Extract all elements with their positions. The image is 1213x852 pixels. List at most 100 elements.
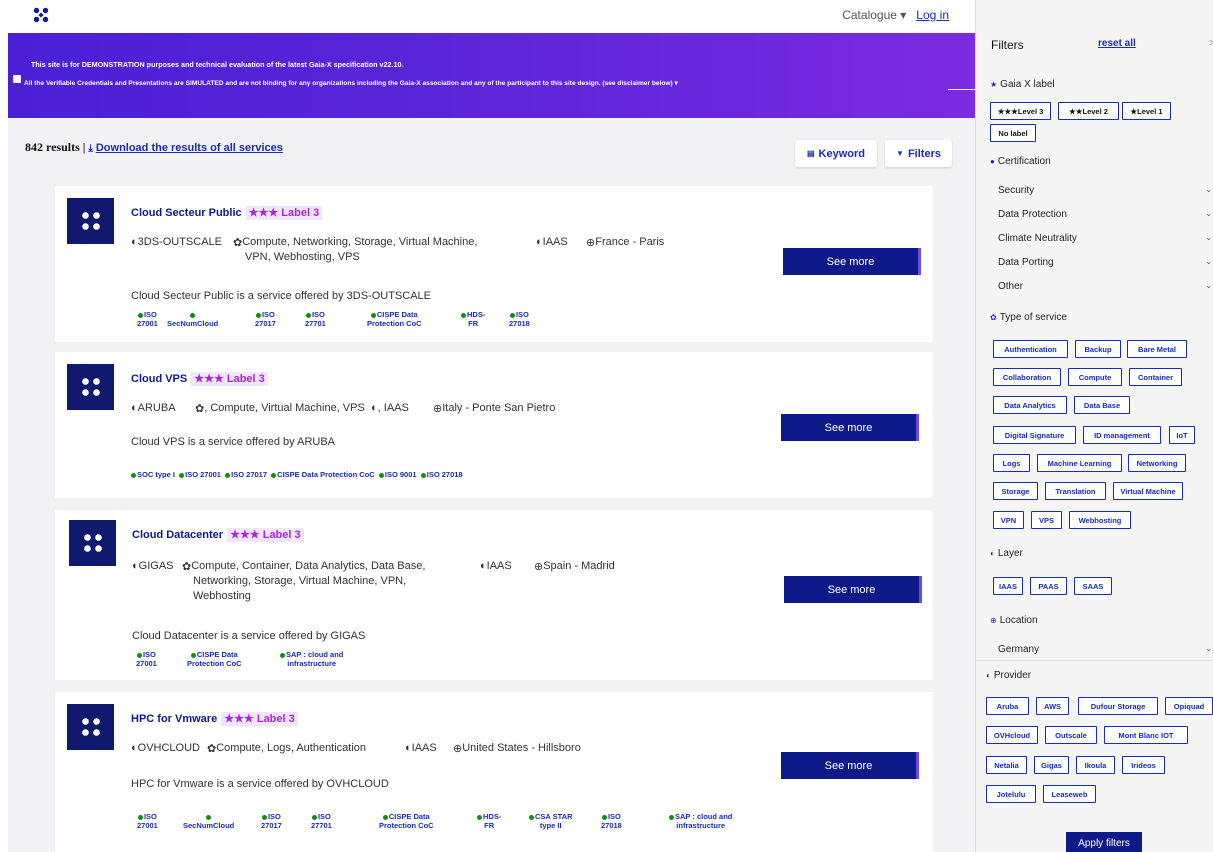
service-card: Cloud Secteur Public ★★★ Label 3 ◐ 3DS-OU… [55, 186, 933, 342]
service-chip-networking[interactable]: Networking [1128, 454, 1186, 472]
provider-name: ◐ GIGAS [132, 560, 174, 572]
service-chip-logs[interactable]: Logs [993, 454, 1030, 472]
data-porting-dropdown[interactable]: Data Porting ⌄ [998, 257, 1213, 268]
layer-chip-iaas[interactable]: IAAS [993, 577, 1023, 595]
label-badge: ★★★ Label 3 [221, 712, 298, 726]
layer-chip-paas[interactable]: PAAS [1030, 577, 1067, 595]
service-types: ✿ Compute, Container, Data Analytics, Da… [182, 560, 426, 573]
provider-chip-aruba[interactable]: Aruba [986, 697, 1029, 715]
filter-icon: ▼ [896, 149, 904, 158]
location-value: ⊕ United States - Hillsboro [453, 742, 581, 755]
other-dropdown[interactable]: Other ⌄ [998, 281, 1213, 292]
gaiax-logo[interactable] [32, 6, 50, 24]
type-of-service-heading: ✿ Type of service [990, 312, 1067, 323]
service-chip-bare-metal[interactable]: Bare Metal [1127, 340, 1187, 358]
service-chip-vpn[interactable]: VPN [993, 511, 1024, 529]
provider-chip-leaseweb[interactable]: Leaseweb [1043, 785, 1096, 803]
layer-value: ◐ IAAS [536, 236, 568, 248]
climate-neutrality-dropdown[interactable]: Climate Neutrality ⌄ [998, 233, 1213, 244]
top-bar: Catalogue ▾ Log in [0, 0, 975, 33]
service-title-text[interactable]: Cloud Secteur Public [131, 207, 242, 219]
layer-chip-saas[interactable]: SAAS [1074, 577, 1112, 595]
keyword-button[interactable]: ▤ Keyword [795, 140, 877, 167]
service-chip-id-management[interactable]: ID management [1083, 426, 1161, 444]
service-title[interactable]: Cloud VPS ★★★ Label 3 [131, 372, 268, 386]
service-title-text[interactable]: Cloud VPS [131, 373, 187, 385]
results-count: 842 results | [25, 140, 86, 154]
see-more-button[interactable]: See more [783, 248, 921, 275]
service-logo [67, 364, 114, 410]
apply-filters-button[interactable]: Apply filters [1066, 832, 1142, 852]
service-chip-vps[interactable]: VPS [1031, 511, 1062, 529]
banner-line-2[interactable]: All the Verifiable Credentials and Prese… [24, 79, 678, 87]
service-chip-iot[interactable]: IoT [1169, 426, 1195, 444]
login-link[interactable]: Log in [916, 8, 949, 22]
service-chip-authentication[interactable]: Authentication [993, 340, 1068, 358]
level-1-chip[interactable]: ★Level 1 [1122, 102, 1171, 120]
see-more-button[interactable]: See more [784, 576, 922, 603]
layer-heading: ◐ Layer [990, 548, 1023, 559]
filters-button[interactable]: ▼ Filters [885, 140, 952, 167]
provider-chip-ovhcloud[interactable]: OVHcloud [986, 726, 1038, 744]
service-chip-container[interactable]: Container [1129, 368, 1182, 386]
provider-name: ◐ OVHCLOUD [131, 742, 200, 754]
provider-chip-irideos[interactable]: Irideos [1122, 756, 1165, 774]
service-chip-collaboration[interactable]: Collaboration [993, 368, 1061, 386]
provider-chip-jotelulu[interactable]: Jotelulu [986, 785, 1036, 803]
close-sidebar-icon[interactable]: > [1209, 38, 1213, 49]
provider-chip-gigas[interactable]: Gigas [1034, 756, 1069, 774]
service-chip-storage[interactable]: Storage [993, 482, 1038, 500]
catalogue-menu[interactable]: Catalogue ▾ [842, 8, 906, 22]
cert-badge: ISO 27701 [305, 310, 326, 328]
layer-value: ◐, IAAS [371, 402, 409, 414]
download-link[interactable]: Download the results of all services [96, 142, 283, 154]
level-2-chip[interactable]: ★★Level 2 [1058, 102, 1119, 120]
see-more-button[interactable]: See more [781, 414, 919, 441]
service-chip-machine-learning[interactable]: Machine Learning [1037, 454, 1122, 472]
service-chip-data-analytics[interactable]: Data Analytics [993, 396, 1067, 414]
service-logo [69, 520, 116, 566]
service-title[interactable]: HPC for Vmware ★★★ Label 3 [131, 712, 298, 726]
level-3-chip[interactable]: ★★★Level 3 [990, 102, 1051, 120]
provider-chip-ikoula[interactable]: Ikoula [1076, 756, 1115, 774]
service-card: Cloud VPS ★★★ Label 3 ◐ ARUBA ✿ , Compute… [55, 352, 933, 498]
results-area: 842 results | ⤓ Download the results of … [8, 118, 975, 852]
service-description: Cloud Secteur Public is a service offere… [131, 290, 431, 302]
chevron-down-icon: ⌄ [1205, 185, 1212, 194]
cert-badge: HDS- FR [461, 310, 485, 328]
service-chip-backup[interactable]: Backup [1075, 340, 1121, 358]
provider-chip-outscale[interactable]: Outscale [1045, 726, 1097, 744]
reset-all-link[interactable]: reset all [1098, 38, 1136, 49]
service-chip-webhosting[interactable]: Webhosting [1069, 511, 1131, 529]
service-description: Cloud Datacenter is a service offered by… [132, 630, 366, 642]
provider-chip-opiquad[interactable]: Opiquad [1165, 697, 1213, 715]
service-chip-virtual-machine[interactable]: Virtual Machine [1113, 482, 1183, 500]
service-chip-data-base[interactable]: Data Base [1074, 396, 1130, 414]
security-dropdown[interactable]: Security ⌄ [998, 185, 1213, 196]
service-chip-compute[interactable]: Compute [1068, 368, 1122, 386]
cert-badge: CISPE Data Protection CoC [379, 812, 434, 830]
filters-title: Filters [991, 38, 1024, 52]
data-protection-dropdown[interactable]: Data Protection ⌄ [998, 209, 1213, 220]
chevron-down-icon: ⌄ [1205, 209, 1212, 218]
service-chip-translation[interactable]: Translation [1045, 482, 1106, 500]
layer-icon: ◐ [990, 549, 995, 558]
cert-badge: ISO 27018 [601, 812, 622, 830]
service-title[interactable]: Cloud Datacenter ★★★ Label 3 [132, 528, 304, 542]
see-more-button[interactable]: See more [781, 752, 919, 779]
service-title-text[interactable]: Cloud Datacenter [132, 529, 223, 541]
cert-badge: CISPE Data Protection CoC [271, 470, 375, 479]
gaiax-logo-icon [81, 718, 100, 736]
no-label-chip[interactable]: No label [990, 124, 1036, 142]
service-logo [67, 704, 114, 750]
service-types-cont: Networking, Storage, Virtual Machine, VP… [193, 575, 407, 587]
provider-chip-mont-blanc-iot[interactable]: Mont Blanc IOT [1104, 726, 1188, 744]
service-chip-digital-signature[interactable]: Digital Signature [993, 426, 1076, 444]
cert-badge: ISO 27018 [509, 310, 530, 328]
provider-chip-aws[interactable]: AWS [1036, 697, 1069, 715]
service-title-text[interactable]: HPC for Vmware [131, 713, 217, 725]
service-title[interactable]: Cloud Secteur Public ★★★ Label 3 [131, 206, 323, 220]
provider-chip-dufour-storage[interactable]: Dufour Storage [1078, 697, 1158, 715]
provider-chip-netalia[interactable]: Netalia [986, 756, 1027, 774]
location-dropdown[interactable]: Germany ⌄ [998, 644, 1213, 655]
